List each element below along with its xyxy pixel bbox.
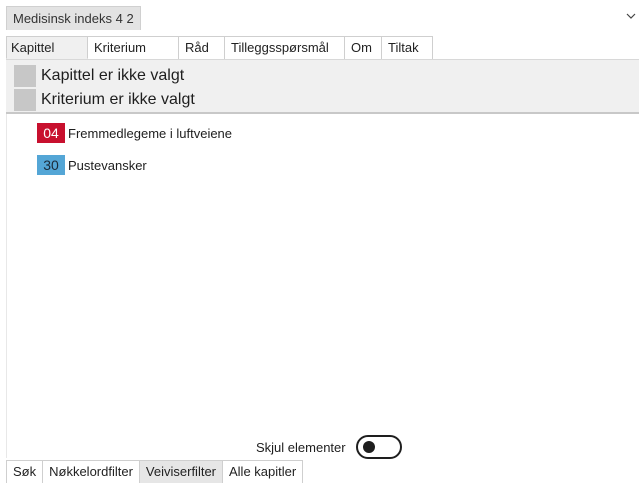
chapter-selection-text: Kapittel er ikke valgt bbox=[41, 67, 185, 84]
chapter-code-badge: 30 bbox=[37, 155, 65, 175]
hide-elements-toggle[interactable] bbox=[355, 435, 402, 459]
tab-kriterium[interactable]: Kriterium bbox=[88, 36, 179, 59]
tab-tilleggssporsmal[interactable]: Tilleggsspørsmål bbox=[225, 36, 345, 59]
chapter-label: Fremmedlegeme i luftveiene bbox=[68, 125, 233, 141]
criterion-selection-row: Kriterium er ikke valgt bbox=[14, 89, 195, 111]
title-row: Medisinsk indeks 4 2 bbox=[0, 0, 639, 36]
tab-alle-kapitler[interactable]: Alle kapitler bbox=[223, 461, 304, 483]
tab-om[interactable]: Om bbox=[345, 36, 382, 59]
chapter-code-badge: 04 bbox=[37, 123, 65, 143]
chapter-color-swatch bbox=[14, 65, 36, 87]
list-item[interactable]: 04 Fremmedlegeme i luftveiene bbox=[37, 123, 232, 143]
chapter-label: Pustevansker bbox=[68, 157, 147, 173]
document-tab[interactable]: Medisinsk indeks 4 2 bbox=[6, 6, 141, 30]
tab-sok[interactable]: Søk bbox=[6, 461, 44, 483]
tab-raad[interactable]: Råd bbox=[179, 36, 225, 59]
tab-nokkelordfilter[interactable]: Nøkkelordfilter bbox=[43, 461, 140, 483]
criterion-color-swatch bbox=[14, 89, 36, 111]
hide-elements-row: Skjul elementer bbox=[256, 434, 402, 460]
tab-kapittel[interactable]: Kapittel bbox=[6, 36, 88, 59]
criterion-selection-text: Kriterium er ikke valgt bbox=[41, 91, 195, 108]
top-tab-strip: Kapittel Kriterium Råd Tilleggsspørsmål … bbox=[6, 36, 433, 59]
medical-index-window: Medisinsk indeks 4 2 Kapittel Kriterium … bbox=[0, 0, 639, 483]
selection-panel: Kapittel er ikke valgt Kriterium er ikke… bbox=[6, 59, 639, 114]
toggle-knob bbox=[362, 441, 375, 453]
tab-veiviserfilter[interactable]: Veiviserfilter bbox=[139, 461, 223, 483]
bottom-tab-strip: Søk Nøkkelordfilter Veiviserfilter Alle … bbox=[6, 460, 304, 483]
hide-elements-label: Skjul elementer bbox=[256, 439, 346, 455]
chevron-down-icon[interactable] bbox=[625, 10, 637, 22]
list-item[interactable]: 30 Pustevansker bbox=[37, 155, 147, 175]
chapter-selection-row: Kapittel er ikke valgt bbox=[14, 65, 184, 87]
tab-tiltak[interactable]: Tiltak bbox=[382, 36, 433, 59]
chapter-list: 04 Fremmedlegeme i luftveiene 30 Pusteva… bbox=[6, 114, 639, 458]
